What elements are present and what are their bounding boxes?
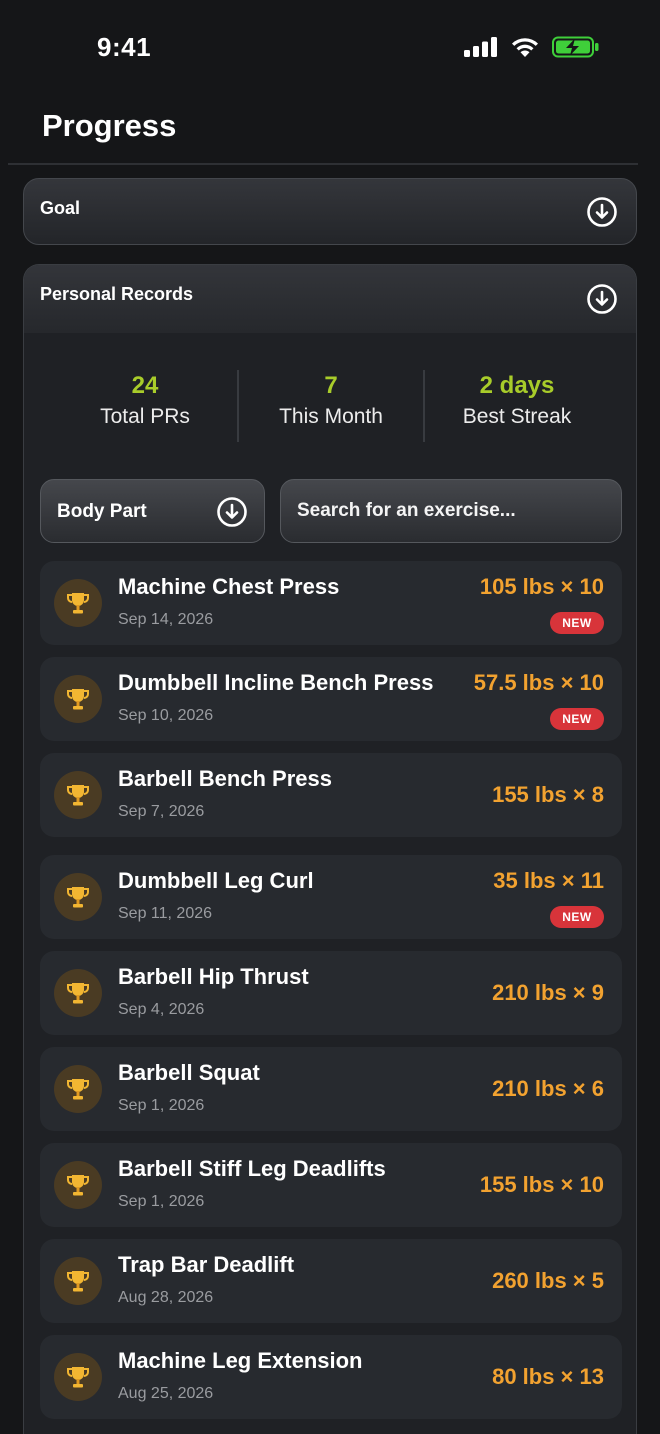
personal-records-label: Personal Records xyxy=(40,284,194,304)
goal-label: Goal xyxy=(40,198,81,218)
trophy-icon xyxy=(54,1161,102,1209)
record-row[interactable]: Dumbbell Leg Curl Sep 11, 2026 35 lbs × 11… xyxy=(40,855,622,939)
page-title: Progress xyxy=(42,108,177,143)
chevron-down-circle-icon xyxy=(217,497,247,527)
record-name: Trap Bar Deadlift xyxy=(118,1252,295,1277)
new-badge: NEW xyxy=(550,906,604,928)
record-date: Sep 10, 2026 xyxy=(118,707,214,724)
status-bar: 9:41 xyxy=(0,0,660,96)
trophy-icon xyxy=(54,873,102,921)
record-name: Dumbbell Leg Curl xyxy=(118,868,314,893)
battery-charging-icon xyxy=(552,36,599,58)
record-name: Dumbbell Incline Bench Press xyxy=(118,670,434,695)
new-badge: NEW xyxy=(550,708,604,730)
status-icons xyxy=(464,36,600,58)
trophy-icon xyxy=(54,1257,102,1305)
exercise-search-input[interactable]: Search for an exercise... xyxy=(280,479,622,543)
record-value: 155 lbs × 10 xyxy=(479,1172,604,1197)
body-part-label: Body Part xyxy=(57,501,147,522)
record-value: 57.5 lbs × 10 xyxy=(473,670,604,695)
record-date: Sep 4, 2026 xyxy=(118,1001,205,1018)
stat-value: 24 xyxy=(131,372,159,399)
personal-records-card: Personal Records 24 Total PRs 7 This Mon… xyxy=(23,264,637,1434)
trophy-icon xyxy=(54,771,102,819)
record-value: 80 lbs × 13 xyxy=(492,1364,604,1389)
chevron-down-circle-icon[interactable] xyxy=(586,196,618,228)
record-name: Barbell Stiff Leg Deadlifts xyxy=(118,1156,386,1181)
trophy-icon xyxy=(54,1353,102,1401)
record-row[interactable]: Barbell Hip Thrust Sep 4, 2026 210 lbs × 9 xyxy=(40,951,622,1035)
record-value: 35 lbs × 11 xyxy=(493,868,604,893)
new-badge: NEW xyxy=(550,612,604,634)
title-divider xyxy=(8,163,638,165)
record-row[interactable]: Barbell Bench Press Sep 7, 2026 155 lbs × … xyxy=(40,753,622,837)
record-name: Machine Chest Press xyxy=(118,574,340,599)
stat-value: 2 days xyxy=(479,372,555,399)
status-time: 9:41 xyxy=(97,32,152,62)
chevron-down-circle-icon[interactable] xyxy=(586,283,618,315)
record-name: Barbell Hip Thrust xyxy=(118,964,309,989)
record-value: 155 lbs × 8 xyxy=(492,782,604,807)
record-row[interactable]: Trap Bar Deadlift Aug 28, 2026 260 lbs × 5 xyxy=(40,1239,622,1323)
stat-this-month: 7 This Month xyxy=(238,370,424,429)
record-name: Barbell Bench Press xyxy=(118,766,332,791)
record-value: 210 lbs × 9 xyxy=(492,980,604,1005)
goal-accordion[interactable]: Goal xyxy=(23,178,637,245)
record-row[interactable]: Barbell Squat Sep 1, 2026 210 lbs × 6 xyxy=(40,1047,622,1131)
record-date: Sep 11, 2026 xyxy=(118,905,213,922)
record-row[interactable]: Machine Leg Extension Aug 25, 2026 80 lbs … xyxy=(40,1335,622,1419)
trophy-icon xyxy=(54,675,102,723)
stat-total-prs: 24 Total PRs xyxy=(52,370,238,429)
signal-icon xyxy=(464,37,497,57)
wifi-icon xyxy=(512,38,538,57)
record-row[interactable]: Barbell Stiff Leg Deadlifts Sep 1, 2026 15… xyxy=(40,1143,622,1227)
trophy-icon xyxy=(54,579,102,627)
record-date: Sep 1, 2026 xyxy=(118,1097,205,1114)
record-value: 210 lbs × 6 xyxy=(492,1076,604,1101)
record-date: Sep 14, 2026 xyxy=(118,611,214,628)
stat-label: This Month xyxy=(279,405,383,428)
record-value: 260 lbs × 5 xyxy=(492,1268,604,1293)
stat-value: 7 xyxy=(324,372,338,399)
stat-best-streak: 2 days Best Streak xyxy=(424,370,610,429)
stat-label: Total PRs xyxy=(100,405,190,428)
record-row[interactable]: Dumbbell Incline Bench Press Sep 10, 2026… xyxy=(40,657,622,741)
stat-label: Best Streak xyxy=(462,405,572,428)
body-part-filter[interactable]: Body Part xyxy=(40,479,265,543)
record-name: Machine Leg Extension xyxy=(118,1348,363,1373)
record-name: Barbell Squat xyxy=(118,1060,260,1085)
stats-row: 24 Total PRs 7 This Month 2 days Best St… xyxy=(24,370,636,446)
record-date: Aug 28, 2026 xyxy=(118,1289,214,1306)
trophy-icon xyxy=(54,969,102,1017)
personal-records-header[interactable]: Personal Records xyxy=(24,265,636,333)
record-date: Sep 1, 2026 xyxy=(118,1193,205,1210)
record-value: 105 lbs × 10 xyxy=(479,574,604,599)
record-date: Sep 7, 2026 xyxy=(118,803,205,820)
record-date: Aug 25, 2026 xyxy=(118,1385,214,1402)
trophy-icon xyxy=(54,1065,102,1113)
record-row[interactable]: Machine Chest Press Sep 14, 2026 105 lbs ×… xyxy=(40,561,622,645)
